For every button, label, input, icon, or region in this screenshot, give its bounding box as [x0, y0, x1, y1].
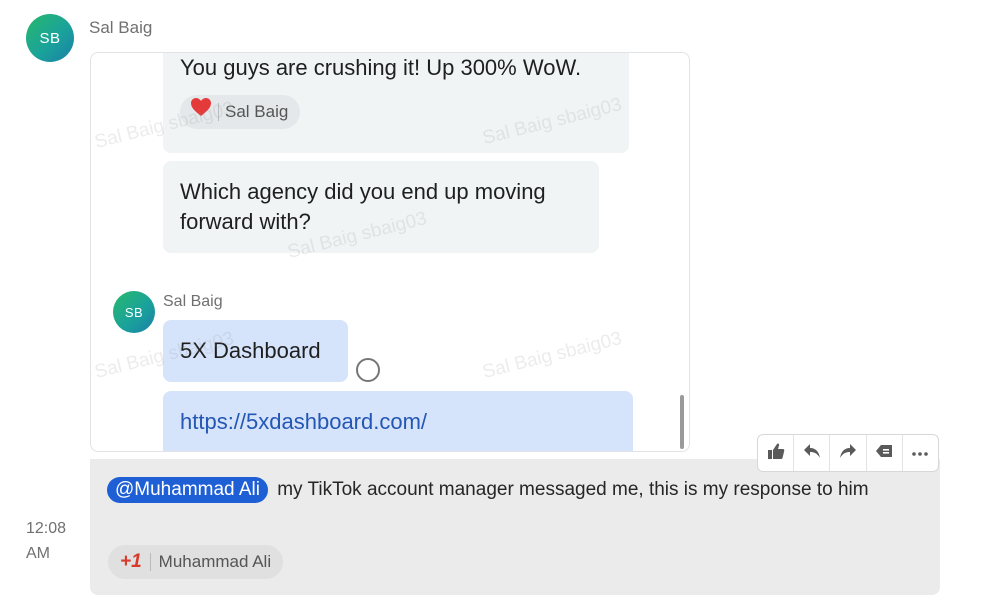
reply-icon [803, 443, 821, 464]
status-circle-icon [356, 358, 380, 382]
quoted-message-text: You guys are crushing it! Up 300% WoW. [180, 55, 582, 80]
quoted-message-bubble: Which agency did you end up moving forwa… [163, 161, 599, 253]
reaction-pill[interactable]: +1 Muhammad Ali [108, 545, 284, 579]
reaction-separator [149, 553, 151, 571]
watermark: Sal Baig sbaig03 [480, 328, 624, 383]
reaction-pill: Sal Baig [180, 95, 301, 129]
react-button[interactable] [758, 435, 795, 471]
reply-button[interactable] [794, 435, 831, 471]
more-button[interactable] [903, 435, 938, 471]
inner-sender-name: Sal Baig [163, 293, 223, 310]
forward-icon [839, 443, 857, 464]
reaction-user: Sal Baig [225, 102, 289, 121]
message-content: my TikTok account manager messaged me, t… [277, 479, 869, 500]
message-actions-toolbar [757, 434, 939, 472]
link-bubble: https://5xdashboard.com/ [163, 391, 633, 451]
sender-avatar[interactable]: SB [26, 14, 74, 62]
mention-chip[interactable]: @Muhammad Ali [107, 477, 268, 503]
quoted-message-text: Which agency did you end up moving forwa… [180, 179, 546, 234]
scrollbar [680, 395, 684, 449]
reaction-user: Muhammad Ali [158, 552, 272, 571]
inner-sender-avatar: SB [113, 291, 155, 333]
screenshot-attachment[interactable]: You guys are crushing it! Up 300% WoW. S… [90, 52, 690, 452]
message-text: @Muhammad Ali my TikTok account manager … [107, 475, 927, 505]
link-text: https://5xdashboard.com/ [180, 409, 428, 434]
quoted-message-bubble: You guys are crushing it! Up 300% WoW. S… [163, 53, 629, 153]
timestamp-time: 12:08 [26, 520, 67, 537]
forward-button[interactable] [830, 435, 867, 471]
more-icon [911, 444, 929, 462]
reply-bubble: 5X Dashboard [163, 320, 348, 382]
sender-name[interactable]: Sal Baig [89, 18, 152, 38]
reply-text: 5X Dashboard [180, 338, 321, 363]
quote-button[interactable] [867, 435, 903, 471]
quote-icon [875, 443, 893, 464]
heart-emoji-icon [190, 97, 212, 127]
message-body[interactable]: @Muhammad Ali my TikTok account manager … [90, 459, 940, 595]
plus-one-icon: +1 [120, 551, 142, 572]
reaction-separator [218, 103, 219, 121]
thumbs-up-icon [767, 442, 785, 465]
message-timestamp: 12:08 AM [26, 516, 76, 566]
timestamp-period: AM [26, 545, 50, 562]
